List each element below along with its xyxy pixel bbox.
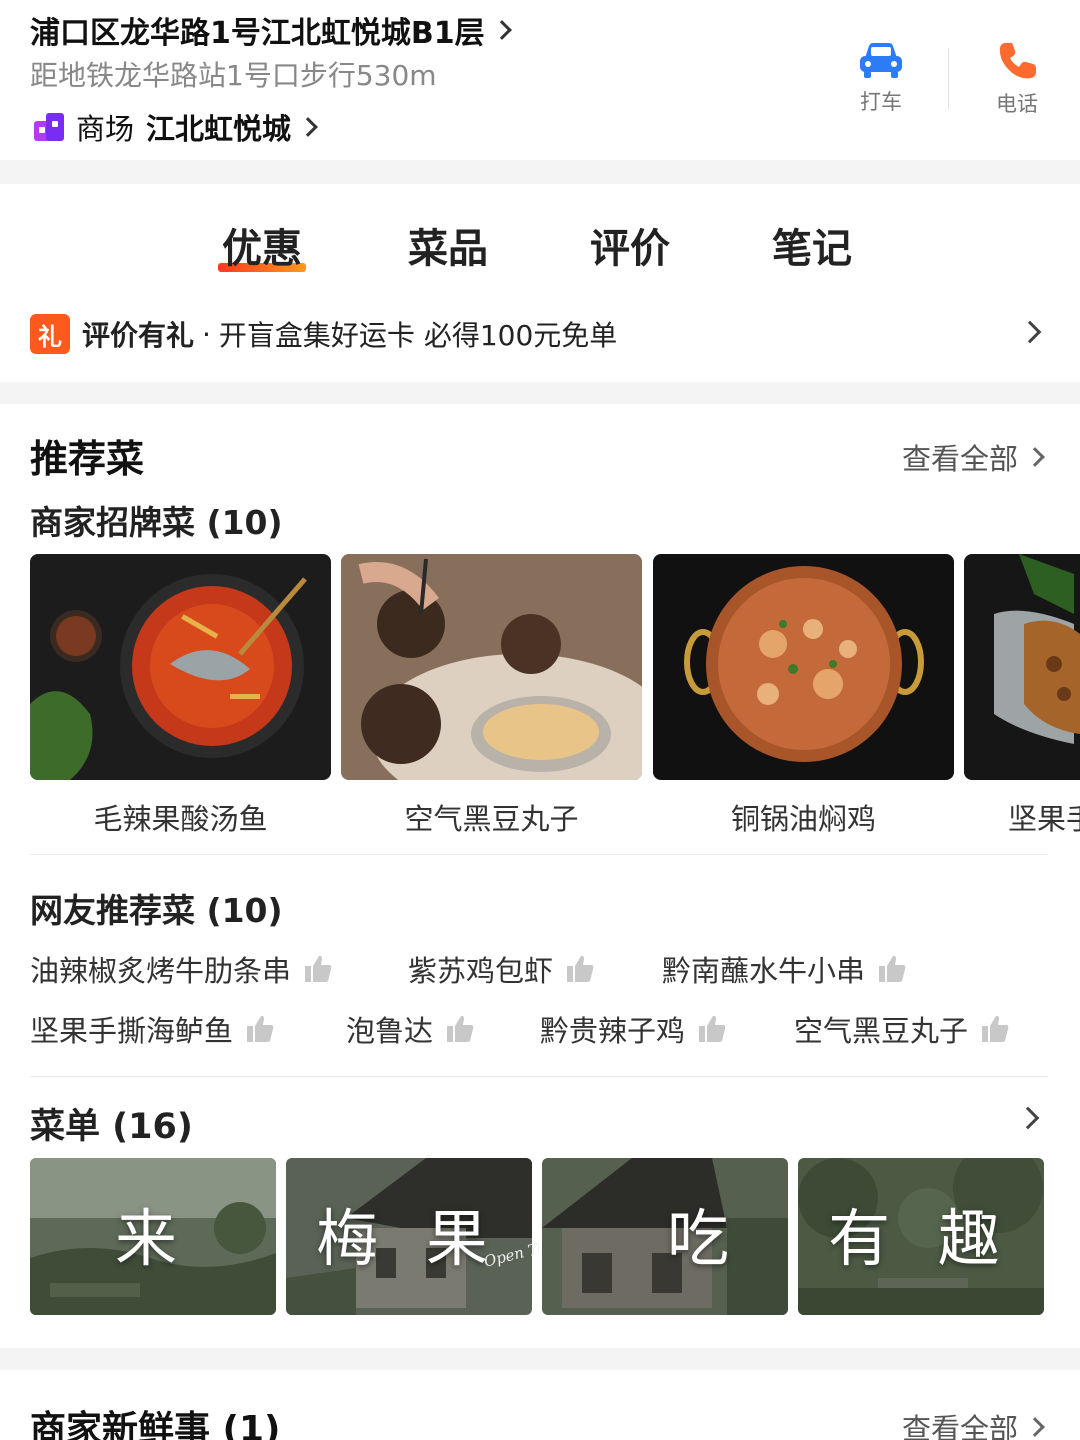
dish-name: 空气黑豆丸子	[404, 802, 579, 836]
divider	[30, 1076, 1048, 1077]
menu-title: 菜单 (16)	[30, 1107, 193, 1147]
menu-thumb[interactable]: 梅 果	[286, 1158, 532, 1315]
address-link[interactable]: 浦口区龙华路1号江北虹悦城B1层	[30, 8, 512, 52]
dish-name: 坚果手	[1008, 802, 1080, 836]
signature-dishes-title: 商家招牌菜 (10)	[30, 503, 283, 542]
recommended-title: 推荐菜	[30, 437, 145, 481]
dish-tag[interactable]: 泡鲁达	[346, 1008, 475, 1050]
tab-reviews[interactable]: 评价	[590, 216, 670, 274]
dish-photo[interactable]	[341, 554, 642, 780]
dish-name: 毛辣果酸汤鱼	[93, 802, 268, 836]
divider	[30, 854, 1048, 855]
tab-notes[interactable]: 笔记	[772, 216, 852, 274]
see-all-news-link[interactable]: 查看全部	[902, 1406, 1045, 1440]
phone-icon	[999, 42, 1036, 79]
dish-tag[interactable]: 黔南蘸水牛小串	[662, 948, 907, 990]
chevron-right-icon	[298, 117, 318, 137]
thumbs-up-icon	[567, 955, 594, 982]
chevron-right-icon	[1025, 447, 1045, 467]
thumbs-up-icon	[879, 955, 906, 982]
metro-distance: 距地铁龙华路站1号口步行530m	[30, 59, 437, 92]
thumbs-up-icon	[447, 1015, 474, 1042]
taxi-button[interactable]: 打车	[836, 40, 926, 116]
promo-text: 开盲盒集好运卡 必得100元免单	[218, 319, 618, 352]
netizen-dishes-title: 网友推荐菜 (10)	[30, 891, 283, 930]
thumbs-up-icon	[305, 955, 332, 982]
mall-link[interactable]: 商场 江北虹悦城	[32, 106, 318, 148]
address-section: 浦口区龙华路1号江北虹悦城B1层 距地铁龙华路站1号口步行530m 商场 江北虹…	[0, 0, 1080, 160]
copper-pot-chicken-image	[653, 554, 954, 780]
car-icon	[860, 43, 902, 78]
menu-chevron-right-icon[interactable]	[1016, 1106, 1040, 1130]
promo-separator: ·	[202, 317, 211, 351]
menu-thumb-text: 有 趣	[828, 1202, 1014, 1275]
tab-discounts[interactable]: 优惠	[218, 216, 306, 274]
tabs-card: 优惠 菜品 评价 笔记 礼 评价有礼 · 开盲盒集好运卡 必得100元免单	[0, 184, 1080, 382]
menu-thumb-text: 吃	[666, 1202, 743, 1275]
nut-fish-image	[964, 554, 1080, 780]
news-title: 商家新鲜事 (1)	[30, 1409, 281, 1440]
phone-label: 电话	[996, 92, 1038, 116]
dish-tag[interactable]: 坚果手撕海鲈鱼	[30, 1008, 275, 1050]
menu-thumb-text: 梅 果	[316, 1202, 502, 1275]
taxi-label: 打车	[860, 90, 902, 114]
mall-icon	[32, 111, 66, 143]
gift-badge: 礼	[30, 314, 70, 354]
chevron-right-icon	[491, 20, 512, 40]
menu-thumb[interactable]: 来	[30, 1158, 276, 1315]
chevron-right-icon	[1025, 1417, 1045, 1437]
sour-soup-fish-image	[30, 554, 331, 780]
tab-dishes[interactable]: 菜品	[408, 216, 488, 274]
dish-photo[interactable]	[964, 554, 1080, 780]
thumbs-up-icon	[699, 1015, 726, 1042]
divider	[948, 48, 949, 110]
mall-kind-label: 商场	[76, 112, 135, 146]
mall-name: 江北虹悦城	[146, 112, 292, 146]
dish-photo[interactable]	[653, 554, 954, 780]
dish-tag[interactable]: 紫苏鸡包虾	[408, 948, 595, 990]
dish-tag[interactable]: 油辣椒炙烤牛肋条串	[30, 948, 333, 990]
phone-button[interactable]: 电话	[972, 40, 1062, 118]
dish-tag[interactable]: 黔贵辣子鸡	[540, 1008, 727, 1050]
menu-thumb[interactable]: 有 趣	[798, 1158, 1044, 1315]
dishes-card: 推荐菜 查看全部 商家招牌菜 (10) 毛辣果酸汤鱼 空气黑豆丸子 铜锅油焖鸡 …	[0, 404, 1080, 1348]
dish-name: 铜锅油焖鸡	[730, 802, 876, 836]
menu-thumb-text: 来	[114, 1202, 191, 1275]
address-text: 浦口区龙华路1号江北虹悦城B1层	[30, 16, 485, 51]
black-bean-balls-image	[341, 554, 642, 780]
dish-photo[interactable]	[30, 554, 331, 780]
thumbs-up-icon	[247, 1015, 274, 1042]
see-all-dishes-link[interactable]: 查看全部	[902, 436, 1045, 478]
promo-title: 评价有礼	[82, 319, 195, 352]
chevron-right-icon	[1018, 320, 1042, 344]
news-card: 商家新鲜事 (1) 查看全部	[0, 1370, 1080, 1440]
menu-thumb[interactable]: 吃	[542, 1158, 788, 1315]
review-gift-banner[interactable]: 礼 评价有礼 · 开盲盒集好运卡 必得100元免单	[30, 312, 1050, 356]
dish-tag[interactable]: 空气黑豆丸子	[794, 1008, 1010, 1050]
thumbs-up-icon	[982, 1015, 1009, 1042]
